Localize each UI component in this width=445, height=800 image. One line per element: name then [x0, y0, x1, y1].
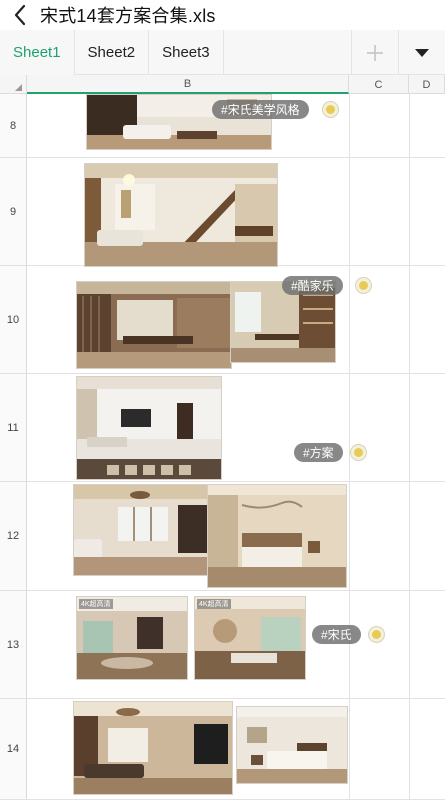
tab-sheet2[interactable]: Sheet2 [75, 30, 150, 75]
tab-sheet1[interactable]: Sheet1 [0, 30, 75, 75]
living-room-image[interactable]: 4K超高清 [76, 596, 188, 680]
column-header-b[interactable]: B [27, 75, 349, 94]
bedroom-image[interactable] [236, 706, 348, 784]
sticker-dot [351, 445, 366, 460]
back-button[interactable] [0, 0, 40, 30]
file-title: 宋式14套方案合集.xls [40, 6, 216, 26]
select-all-corner[interactable] [0, 75, 27, 94]
title-bar: 宋式14套方案合集.xls [0, 0, 445, 30]
row-header[interactable]: 12 [0, 482, 27, 590]
row-header[interactable]: 14 [0, 699, 27, 799]
living-room-image[interactable]: 4K超高清 [194, 596, 306, 680]
column-header-bar: B C D [0, 75, 445, 94]
row-header[interactable]: 11 [0, 374, 27, 481]
tab-spacer [224, 30, 351, 74]
resolution-badge: 4K超高清 [197, 599, 231, 609]
plus-icon [367, 44, 383, 61]
add-sheet-button[interactable] [351, 30, 398, 75]
hashtag-sticker[interactable]: #宋氏 [312, 625, 361, 644]
row-header[interactable]: 10 [0, 266, 27, 373]
row-header[interactable]: 13 [0, 591, 27, 698]
sheet-menu-button[interactable] [398, 30, 445, 75]
grid-row[interactable]: 11 [0, 374, 445, 482]
hashtag-sticker[interactable]: #酷家乐 [282, 276, 343, 295]
sticker-dot [323, 102, 338, 117]
tab-sheet3[interactable]: Sheet3 [149, 30, 224, 75]
living-room-image[interactable] [76, 376, 222, 480]
bedroom-image[interactable] [207, 484, 347, 588]
sheet-grid[interactable]: 8 9 10 11 12 13 14 #宋氏美学风格 #酷家乐 #方案 4K超高… [0, 94, 445, 800]
sticker-dot [369, 627, 384, 642]
resolution-badge: 4K超高清 [79, 599, 113, 609]
row-header[interactable]: 8 [0, 94, 27, 157]
sticker-dot [356, 278, 371, 293]
interior-image[interactable] [84, 163, 278, 267]
living-room-image[interactable] [73, 484, 211, 576]
dining-room-image[interactable] [76, 281, 232, 369]
row-header[interactable]: 9 [0, 158, 27, 265]
hashtag-sticker[interactable]: #宋氏美学风格 [212, 100, 309, 119]
living-room-image[interactable] [73, 701, 233, 795]
column-header-c[interactable]: C [349, 75, 409, 94]
hashtag-sticker[interactable]: #方案 [294, 443, 343, 462]
caret-down-icon [415, 48, 429, 57]
column-header-d[interactable]: D [409, 75, 445, 94]
chevron-left-icon [14, 4, 26, 26]
sheet-tab-bar: Sheet1 Sheet2 Sheet3 [0, 30, 445, 75]
